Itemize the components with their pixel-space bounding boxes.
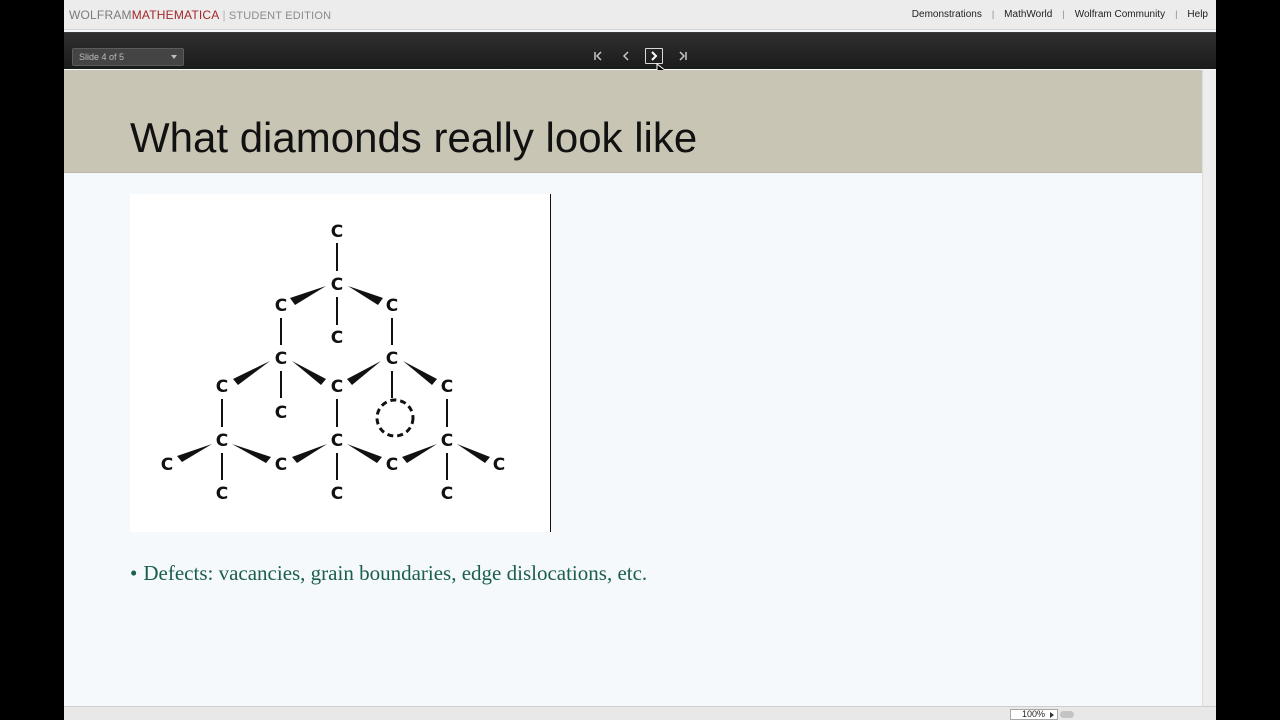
carbon-atom-label: C	[331, 484, 343, 504]
slide-selector-label: Slide 4 of 5	[79, 52, 125, 62]
last-slide-button[interactable]	[674, 48, 692, 64]
chevron-right-icon	[651, 51, 658, 61]
chevron-left-icon	[622, 51, 629, 61]
carbon-atom-label: C	[441, 431, 453, 451]
carbon-atom-label: C	[331, 328, 343, 348]
zoom-control[interactable]: 100%	[1010, 709, 1058, 720]
first-slide-button[interactable]	[589, 48, 607, 64]
carbon-atom-label: C	[441, 484, 453, 504]
carbon-atom-label: C	[275, 403, 287, 423]
bullet-item-defects: • Defects: vacancies, grain boundaries, e…	[130, 561, 647, 586]
wedge-bond	[292, 444, 327, 463]
brand-wolfram: WOLFRAM	[69, 8, 132, 22]
carbon-atom-label: C	[216, 484, 228, 504]
bullet-marker: •	[130, 561, 138, 585]
brand-logo: WOLFRAMMATHEMATICA | STUDENT EDITION	[69, 8, 331, 22]
link-divider: |	[991, 9, 995, 19]
skip-to-last-icon	[679, 51, 687, 61]
triangle-right-icon	[1050, 712, 1054, 718]
app-window: WOLFRAMMATHEMATICA | STUDENT EDITION Demon…	[64, 0, 1216, 720]
bullet-text: Defects: vacancies, grain boundaries, ed…	[143, 561, 648, 585]
carbon-atom-label: C	[386, 349, 398, 369]
brand-edition: STUDENT EDITION	[228, 10, 332, 22]
vertical-scrollbar[interactable]	[1202, 70, 1216, 706]
next-slide-button[interactable]	[645, 48, 663, 64]
horizontal-scroll-thumb[interactable]	[1060, 711, 1074, 718]
slide-content: What diamonds really look like CCCCCCCCC…	[64, 70, 1202, 706]
wedge-bond	[233, 361, 270, 385]
slideshow-toolbar: Slide 4 of 5	[64, 32, 1216, 78]
skip-to-first-icon	[594, 51, 602, 61]
figure-border-line	[550, 194, 551, 532]
vacancy-circle	[375, 398, 415, 438]
wedge-bond	[403, 361, 437, 385]
carbon-atom-label: C	[161, 455, 173, 475]
diamond-lattice-diagram: C C C C C C C C C C C C C C C C C C C C C	[161, 222, 505, 504]
carbon-atom-label: C	[275, 455, 287, 475]
title-band: What diamonds really look like	[64, 70, 1202, 173]
wedge-bond	[232, 444, 271, 463]
wedge-bond	[290, 286, 326, 305]
wedge-bond	[457, 444, 490, 463]
link-divider: |	[1062, 9, 1065, 19]
link-demonstrations[interactable]: Demonstrations	[912, 9, 982, 20]
carbon-atom-label: C	[331, 377, 343, 397]
top-links: Demonstrations | MathWorld | Wolfram Communi…	[912, 9, 1208, 20]
carbon-atom-label: C	[216, 377, 228, 397]
link-mathworld[interactable]: MathWorld	[1004, 9, 1052, 20]
carbon-atom-label: C	[275, 296, 287, 316]
wedge-bond	[347, 444, 382, 463]
carbon-atom-label: C	[331, 431, 343, 451]
wedge-bond	[177, 444, 212, 462]
wedge-bond	[348, 286, 383, 305]
wedge-bond	[402, 444, 437, 463]
link-divider: |	[1175, 9, 1178, 19]
slide-selector-dropdown[interactable]: Slide 4 of 5	[72, 48, 184, 66]
previous-slide-button[interactable]	[617, 48, 635, 64]
link-wolfram-community[interactable]: Wolfram Community	[1075, 9, 1165, 20]
wedge-bond	[347, 361, 381, 385]
status-bar: 100%	[64, 706, 1216, 720]
carbon-atom-label: C	[493, 455, 505, 475]
brand-separator: |	[222, 8, 226, 22]
diamond-lattice-figure: C C C C C C C C C C C C C C C C C C C C C	[130, 194, 550, 532]
wedge-bond	[292, 361, 326, 385]
carbon-atom-label: C	[331, 275, 343, 295]
carbon-atom-label: C	[275, 349, 287, 369]
chevron-down-icon	[171, 55, 177, 59]
carbon-atom-label: C	[386, 455, 398, 475]
brand-mathematica: MATHEMATICA	[131, 8, 220, 22]
carbon-atom-label: C	[386, 296, 398, 316]
link-help[interactable]: Help	[1187, 9, 1208, 20]
carbon-atom-label: C	[331, 222, 343, 242]
zoom-level: 100%	[1022, 709, 1046, 719]
carbon-atom-label: C	[216, 431, 228, 451]
slide-title: What diamonds really look like	[130, 114, 698, 161]
top-bar: WOLFRAMMATHEMATICA | STUDENT EDITION Demon…	[64, 0, 1216, 30]
carbon-atom-label: C	[441, 377, 453, 397]
